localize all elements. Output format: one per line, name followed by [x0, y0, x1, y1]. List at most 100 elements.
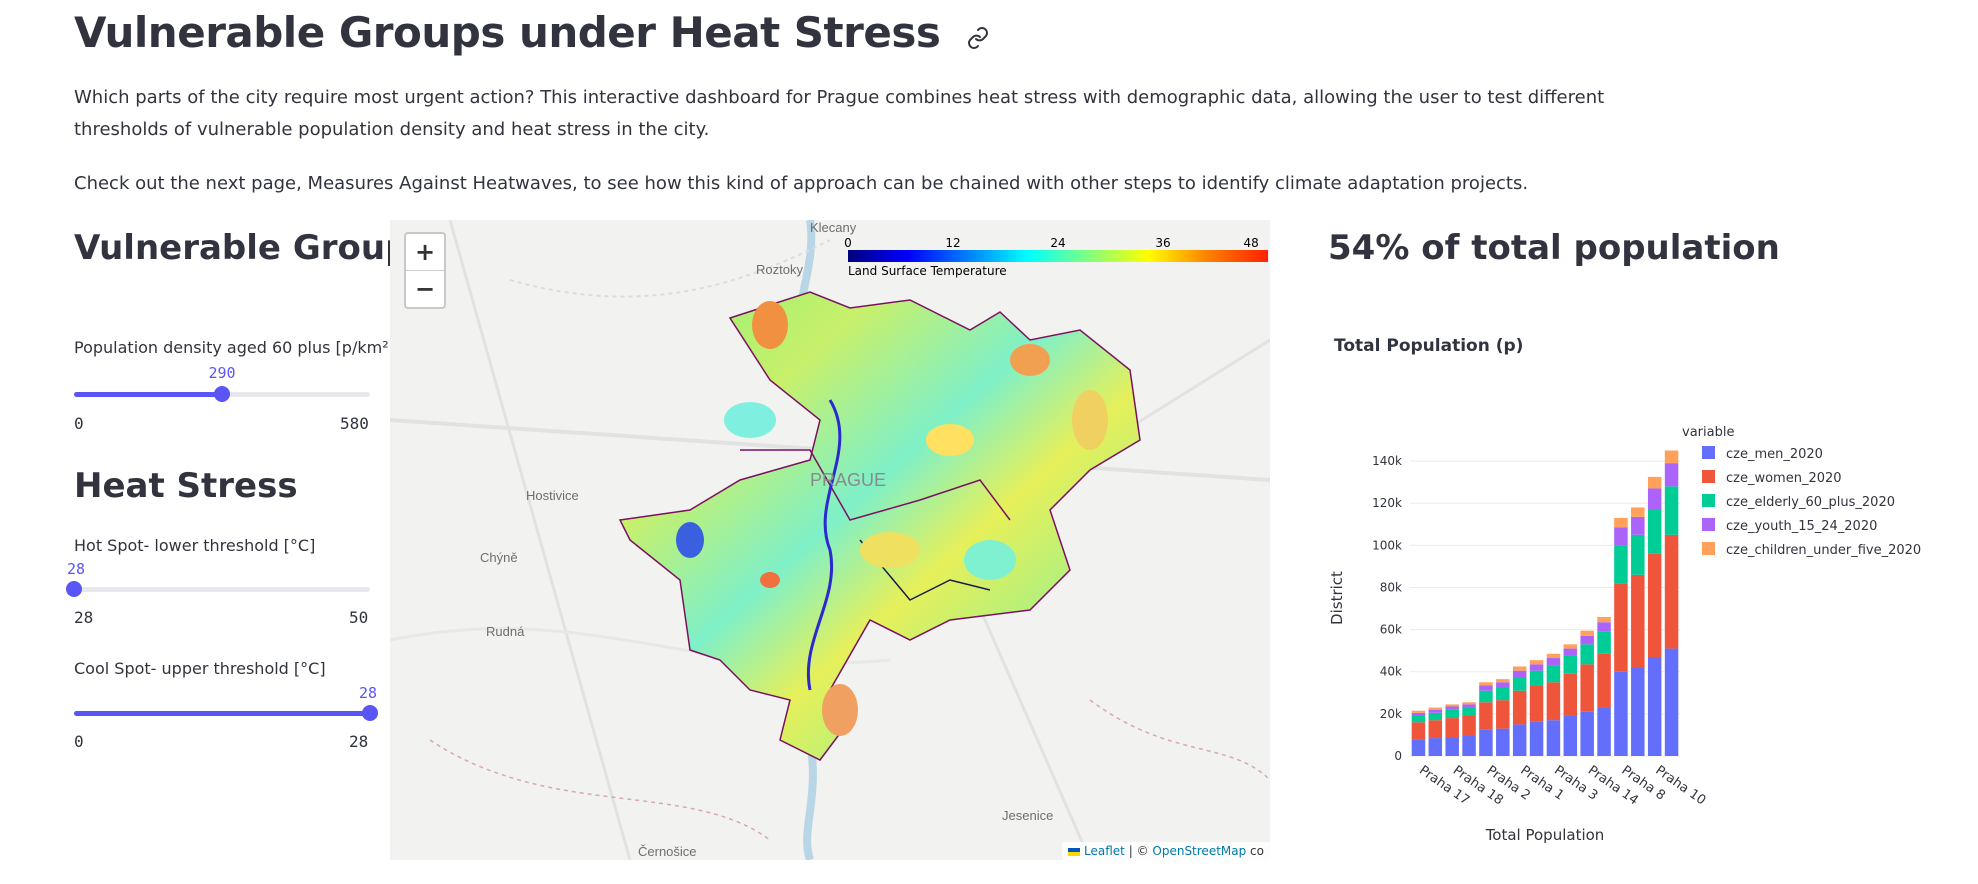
chart-bar-segment — [1479, 690, 1493, 703]
zoom-out-button[interactable]: − — [406, 270, 444, 307]
city-label: PRAGUE — [810, 470, 887, 490]
place-label: Klecany — [810, 220, 857, 235]
chart-bar-segment — [1462, 704, 1476, 708]
y-tick-label: 100k — [1372, 538, 1402, 552]
chart-bar-segment — [1462, 707, 1476, 716]
y-tick-label: 120k — [1372, 496, 1402, 510]
chart-bar-segment — [1479, 729, 1493, 756]
chart-bar-segment — [1512, 677, 1527, 691]
chart-bar-segment — [1631, 667, 1645, 756]
chart-bar-segment — [1563, 644, 1578, 649]
chart-bar-segment — [1563, 673, 1578, 716]
legend-tick: 36 — [1155, 236, 1171, 250]
slider-label-density: Population density aged 60 plus [p/km²] — [74, 338, 395, 357]
cool-spot-slider-thumb[interactable] — [362, 705, 378, 721]
y-tick-label: 60k — [1380, 623, 1402, 637]
chart-bar-segment — [1445, 737, 1459, 756]
chart-bar-segment — [1647, 509, 1662, 554]
chart-bar-segment — [1664, 450, 1679, 464]
legend-tick: 0 — [844, 236, 852, 250]
legend-swatch — [1702, 542, 1715, 555]
hot-spot-slider[interactable] — [66, 581, 370, 597]
slider-max-cool: 28 — [349, 732, 369, 751]
chart-bar-segment — [1462, 735, 1476, 756]
chart-bar-segment — [1428, 707, 1443, 710]
map-attribution: Leaflet | © OpenStreetMap co — [1062, 842, 1270, 860]
chart-bar-segment — [1428, 712, 1443, 721]
chart-bar-segment — [1563, 655, 1578, 674]
legend-entry: cze_youth_15_24_2020 — [1726, 519, 1877, 534]
x-axis-title: Total Population — [1485, 826, 1605, 844]
legend-tick: 12 — [945, 236, 961, 250]
hot-spot-slider-thumb[interactable] — [66, 581, 82, 597]
chart-bar-segment — [1597, 653, 1611, 708]
chart-bar-segment — [1664, 463, 1679, 487]
density-slider-thumb[interactable] — [214, 386, 230, 402]
slider-value-density: 290 — [208, 364, 236, 382]
chart-bar-segment — [1597, 707, 1611, 756]
cool-spot-slider[interactable] — [74, 705, 378, 721]
legend-tick: 24 — [1050, 236, 1066, 250]
chart-bar-segment — [1462, 702, 1476, 705]
chart-bar-segment — [1529, 685, 1544, 722]
chart-bar-segment — [1631, 507, 1645, 517]
vulnerable-groups-heading: Vulnerable Groups — [74, 228, 430, 268]
link-icon[interactable] — [966, 11, 990, 60]
chart-bar-segment — [1647, 553, 1662, 657]
chart-bar-segment — [1597, 631, 1611, 654]
slider-min-hot: 28 — [74, 608, 94, 627]
chart-bar-segment — [1512, 724, 1527, 756]
attribution-sep: | © — [1124, 844, 1153, 858]
chart-bar-segment — [1479, 682, 1493, 686]
chart-bar-segment — [1580, 664, 1594, 712]
density-slider[interactable] — [74, 386, 370, 402]
chart-bar-segment — [1614, 517, 1628, 528]
chart-bar-segment — [1546, 665, 1561, 683]
population-chart: 020k40k60k80k100k120k140kPraha 17Praha 1… — [1328, 425, 1921, 844]
legend-swatch — [1702, 494, 1715, 507]
chart-bar-segment — [1580, 630, 1594, 636]
slider-min-density: 0 — [74, 414, 84, 433]
chart-bar-segment — [1411, 712, 1426, 716]
chart-bar-segment — [1546, 682, 1561, 721]
ukraine-flag-icon — [1068, 847, 1081, 856]
slider-label-hot: Hot Spot- lower threshold [°C] — [74, 536, 316, 555]
slider-min-cool: 0 — [74, 732, 84, 751]
osm-link[interactable]: OpenStreetMap — [1152, 844, 1246, 858]
y-tick-label: 80k — [1380, 580, 1402, 594]
chart-bar-segment — [1428, 720, 1443, 739]
chart-bar-segment — [1411, 710, 1426, 713]
chart-bar-segment — [1597, 622, 1611, 632]
chart-bar-segment — [1597, 616, 1611, 623]
heat-map[interactable]: + − 0 12 24 36 48 Land Surface Temperatu… — [390, 220, 1270, 860]
legend-color-bar — [848, 250, 1268, 262]
chart-bar-segment — [1614, 545, 1628, 584]
chart-bar-segment — [1614, 671, 1628, 756]
chart-bar-segment — [1496, 728, 1510, 756]
place-label: Černošice — [638, 844, 697, 859]
chart-bar-segment — [1428, 709, 1443, 713]
zoom-control: + − — [404, 232, 446, 309]
chart-bar-segment — [1631, 516, 1645, 535]
legend-entry: cze_elderly_60_plus_2020 — [1726, 495, 1895, 510]
chart-bar-segment — [1664, 534, 1679, 649]
place-label: Jesenice — [1002, 808, 1054, 823]
zoom-in-button[interactable]: + — [406, 234, 444, 270]
temperature-legend: 0 12 24 36 48 Land Surface Temperature — [844, 236, 1268, 278]
leaflet-link[interactable]: Leaflet — [1084, 844, 1125, 858]
chart-bar-segment — [1496, 679, 1510, 683]
chart-bar-segment — [1411, 722, 1426, 740]
chart-bar-segment — [1546, 658, 1561, 666]
chart-bar-segment — [1529, 670, 1544, 686]
legend-tick: 48 — [1243, 236, 1259, 250]
slider-label-cool: Cool Spot- upper threshold [°C] — [74, 659, 326, 678]
next-page-note: Check out the next page, Measures Agains… — [74, 173, 1529, 194]
chart-bar-segment — [1631, 574, 1645, 668]
chart-bar-segment — [1529, 721, 1544, 756]
place-label: Chýně — [480, 550, 518, 565]
legend-swatch — [1702, 470, 1715, 483]
chart-bar-segment — [1496, 682, 1510, 688]
place-label: Roztoky — [756, 262, 803, 277]
y-tick-label: 40k — [1380, 665, 1402, 679]
chart-bar-segment — [1445, 709, 1459, 719]
